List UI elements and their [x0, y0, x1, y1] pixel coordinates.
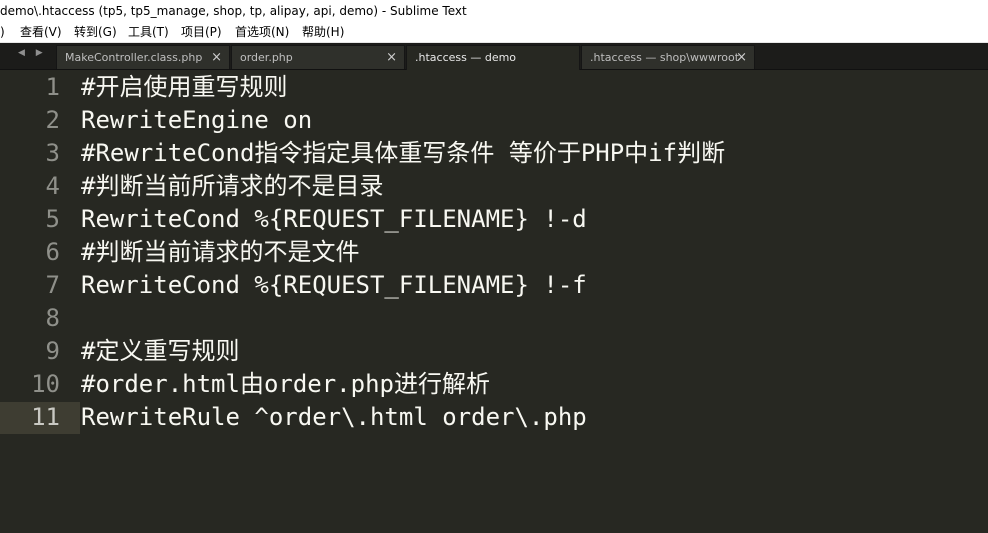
line-number: 7 [45, 271, 60, 299]
menu-bar: ) 查看(V) 转到(G) 工具(T) 项目(P) 首选项(N) 帮助(H) [0, 22, 988, 43]
code-line[interactable]: 6 #判断当前请求的不是文件 [0, 236, 988, 269]
tab-close-icon[interactable]: × [386, 46, 397, 69]
menu-item-preferences[interactable]: 首选项(N) [235, 22, 289, 42]
tab-htaccess-demo[interactable]: .htaccess — demo [406, 45, 580, 70]
window-title: demo\.htaccess (tp5, tp5_manage, shop, t… [0, 4, 467, 18]
line-text[interactable]: #RewriteCond指令指定具体重写条件 等价于PHP中if判断 [81, 137, 725, 170]
tab-label: .htaccess — shop\wwwroot [590, 51, 740, 64]
line-number: 8 [45, 304, 60, 332]
code-line-current[interactable]: 11 RewriteRule ^order\.html order\.php [0, 401, 988, 434]
menu-item-view[interactable]: 查看(V) [20, 22, 62, 42]
menu-item-project[interactable]: 项目(P) [181, 22, 222, 42]
code-line[interactable]: 5 RewriteCond %{REQUEST_FILENAME} !-d [0, 203, 988, 236]
line-text[interactable]: #定义重写规则 [81, 335, 239, 368]
code-line[interactable]: 7 RewriteCond %{REQUEST_FILENAME} !-f [0, 269, 988, 302]
tab-htaccess-shop[interactable]: .htaccess — shop\wwwroot × [581, 45, 755, 69]
code-line[interactable]: 1 #开启使用重写规则 [0, 71, 988, 104]
tab-label: .htaccess — demo [415, 51, 517, 64]
line-number: 9 [45, 337, 60, 365]
line-text[interactable]: RewriteRule ^order\.html order\.php [81, 401, 587, 434]
menu-item-tools[interactable]: 工具(T) [128, 22, 169, 42]
tab-nav-arrows-icon[interactable]: ◀ ▶ [18, 48, 47, 58]
line-number: 1 [45, 73, 60, 101]
tab-close-icon[interactable]: × [736, 46, 747, 69]
tab-makecontroller[interactable]: MakeController.class.php × [56, 45, 230, 69]
line-number: 4 [45, 172, 60, 200]
line-number: 6 [45, 238, 60, 266]
code-editor[interactable]: 1 #开启使用重写规则 2 RewriteEngine on 3 #Rewrit… [0, 71, 988, 520]
tab-close-icon[interactable]: × [211, 46, 222, 69]
line-number: 5 [45, 205, 60, 233]
menu-item-partial[interactable]: ) [0, 22, 5, 42]
line-text[interactable]: #判断当前所请求的不是目录 [81, 170, 383, 203]
line-text[interactable]: #判断当前请求的不是文件 [81, 236, 359, 269]
tab-label: MakeController.class.php [65, 51, 203, 64]
line-text[interactable]: RewriteCond %{REQUEST_FILENAME} !-f [81, 269, 587, 302]
line-text[interactable]: RewriteEngine on [81, 104, 312, 137]
tab-strip: ◀ ▶ MakeController.class.php × order.php… [0, 43, 988, 70]
tab-label: order.php [240, 51, 293, 64]
tab-order-php[interactable]: order.php × [231, 45, 405, 69]
code-line[interactable]: 3 #RewriteCond指令指定具体重写条件 等价于PHP中if判断 [0, 137, 988, 170]
code-line[interactable]: 8 [0, 302, 988, 335]
line-number: 10 [31, 370, 60, 398]
menu-item-help[interactable]: 帮助(H) [302, 22, 344, 42]
line-number: 3 [45, 139, 60, 167]
title-bar: demo\.htaccess (tp5, tp5_manage, shop, t… [0, 0, 988, 22]
line-text[interactable]: #order.html由order.php进行解析 [81, 368, 490, 401]
menu-item-goto[interactable]: 转到(G) [74, 22, 117, 42]
code-line[interactable]: 9 #定义重写规则 [0, 335, 988, 368]
code-line[interactable]: 4 #判断当前所请求的不是目录 [0, 170, 988, 203]
code-line[interactable]: 10 #order.html由order.php进行解析 [0, 368, 988, 401]
line-text[interactable]: #开启使用重写规则 [81, 71, 287, 104]
line-number: 11 [31, 403, 60, 431]
code-line[interactable]: 2 RewriteEngine on [0, 104, 988, 137]
line-text[interactable]: RewriteCond %{REQUEST_FILENAME} !-d [81, 203, 587, 236]
line-number: 2 [45, 106, 60, 134]
